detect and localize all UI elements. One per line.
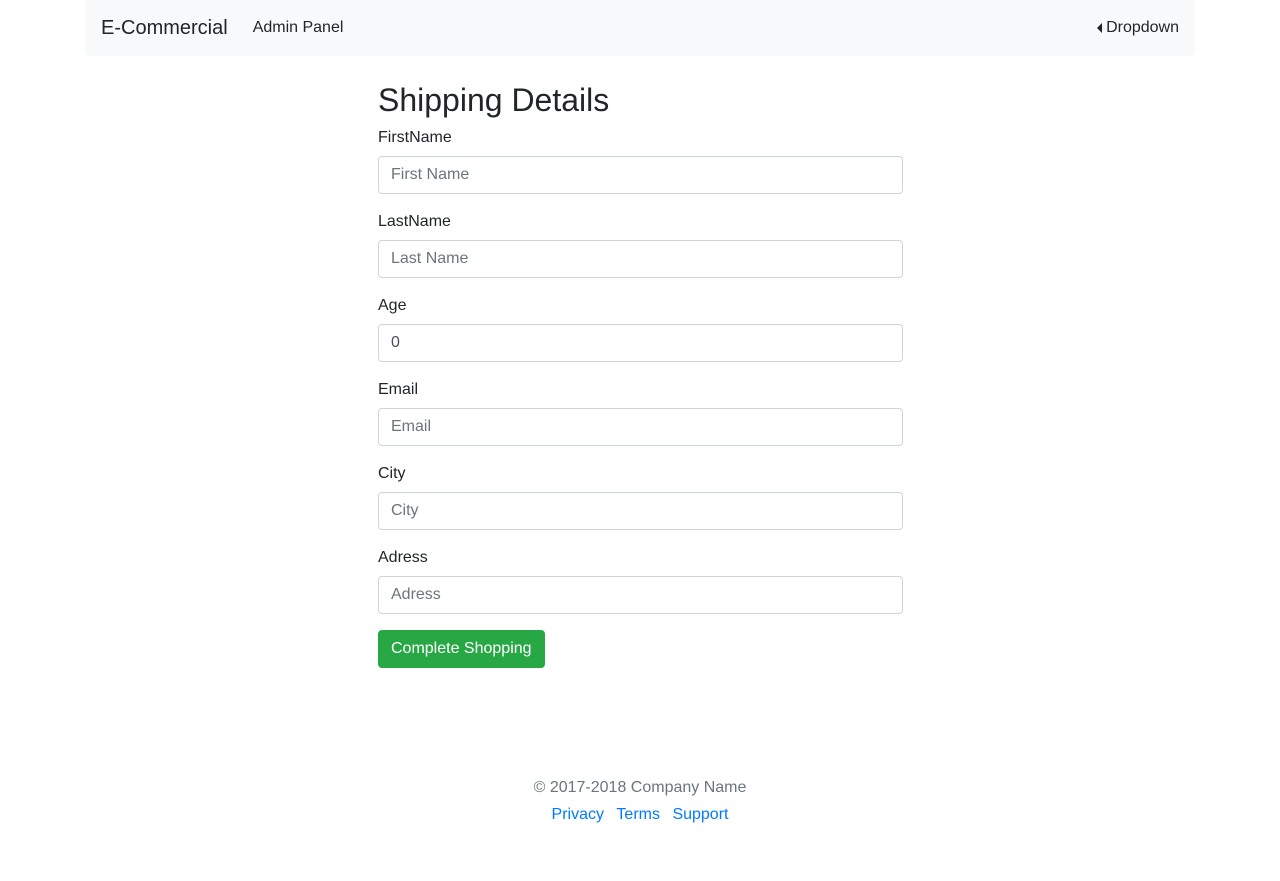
city-group: City [378,464,903,530]
first-name-input[interactable] [378,156,903,194]
copyright-text: © 2017-2018 Company Name [533,779,747,796]
city-label: City [378,465,406,482]
dropdown-toggle[interactable]: Dropdown [1097,19,1179,37]
page-title: Shipping Details [378,82,610,118]
navbar: E-Commercial Admin Panel Dropdown [85,0,1195,56]
email-input[interactable] [378,408,903,446]
footer: © 2017-2018 Company Name Privacy Terms S… [0,778,1280,824]
first-name-label: FirstName [378,129,452,146]
shipping-form: FirstName LastName Age Email City Adress… [378,128,903,668]
address-label: Adress [378,549,428,566]
terms-link[interactable]: Terms [616,806,660,823]
age-input[interactable] [378,324,903,362]
last-name-label: LastName [378,213,451,230]
address-group: Adress [378,548,903,614]
city-input[interactable] [378,492,903,530]
support-link[interactable]: Support [672,806,728,823]
caret-left-icon [1097,23,1103,33]
address-input[interactable] [378,576,903,614]
shipping-form-container: Shipping Details FirstName LastName Age … [378,80,903,668]
last-name-input[interactable] [378,240,903,278]
brand-link[interactable]: E-Commercial [101,18,228,38]
age-group: Age [378,296,903,362]
email-label: Email [378,381,419,398]
complete-shopping-button[interactable]: Complete Shopping [378,630,545,668]
last-name-group: LastName [378,212,903,278]
admin-panel-link[interactable]: Admin Panel [253,20,344,36]
age-label: Age [378,297,407,314]
first-name-group: FirstName [378,128,903,194]
email-group: Email [378,380,903,446]
dropdown-label: Dropdown [1106,19,1179,36]
privacy-link[interactable]: Privacy [552,806,604,823]
footer-links: Privacy Terms Support [0,806,1280,824]
